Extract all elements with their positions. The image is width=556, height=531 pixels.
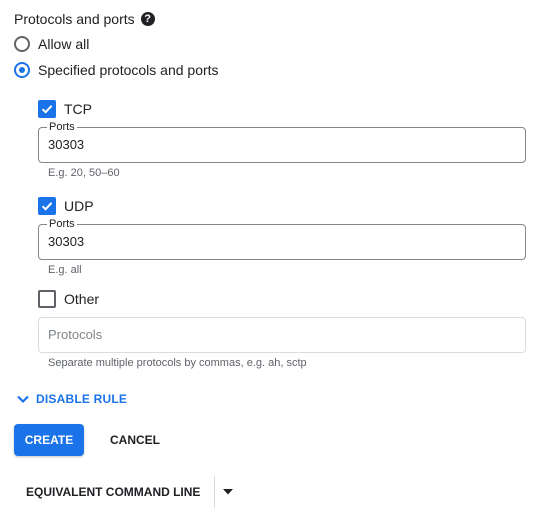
checkbox-tcp[interactable]: TCP [38, 100, 92, 118]
udp-label: UDP [64, 198, 94, 214]
chevron-down-icon [17, 395, 29, 404]
other-label: Other [64, 291, 100, 307]
other-protocols-hint: Separate multiple protocols by commas, e… [48, 357, 307, 369]
tcp-ports-hint: E.g. 20, 50–60 [48, 167, 120, 179]
other-protocols-field[interactable]: Protocols [38, 317, 526, 353]
disable-rule-label: DISABLE RULE [36, 392, 128, 406]
check-icon [41, 105, 53, 114]
disable-rule-toggle[interactable]: DISABLE RULE [16, 392, 127, 406]
udp-ports-input[interactable]: 30303 [48, 234, 84, 249]
check-icon [41, 202, 53, 211]
radio-specified-label: Specified protocols and ports [38, 62, 219, 78]
tcp-ports-label: Ports [47, 120, 77, 134]
radio-specified[interactable]: Specified protocols and ports [14, 62, 219, 78]
udp-ports-label: Ports [47, 217, 77, 231]
radio-circle-allow-all[interactable] [14, 36, 30, 52]
arrow-drop-down-icon [223, 489, 233, 495]
section-title-text: Protocols and ports [14, 11, 135, 27]
tcp-ports-input[interactable]: 30303 [48, 137, 84, 152]
cancel-button[interactable]: CANCEL [100, 424, 170, 456]
tcp-label: TCP [64, 101, 92, 117]
equivalent-command-line-button[interactable]: EQUIVALENT COMMAND LINE [18, 476, 208, 508]
udp-ports-field[interactable]: Ports 30303 [38, 217, 526, 260]
udp-checkbox-box[interactable] [38, 197, 56, 215]
other-checkbox-box[interactable] [38, 290, 56, 308]
firewall-protocols-panel: Protocols and ports ? Allow all Specifie… [0, 0, 556, 531]
equivalent-command-dropdown[interactable] [216, 476, 240, 508]
udp-ports-hint: E.g. all [48, 264, 82, 276]
section-title: Protocols and ports ? [14, 10, 155, 28]
create-button[interactable]: CREATE [14, 424, 84, 456]
tcp-ports-field[interactable]: Ports 30303 [38, 120, 526, 163]
tcp-checkbox-box[interactable] [38, 100, 56, 118]
radio-allow-all[interactable]: Allow all [14, 36, 89, 52]
help-icon[interactable]: ? [140, 12, 155, 26]
button-divider [214, 476, 215, 508]
other-protocols-input[interactable]: Protocols [48, 327, 102, 342]
radio-circle-specified[interactable] [14, 62, 30, 78]
checkbox-other[interactable]: Other [38, 290, 99, 308]
radio-allow-all-label: Allow all [38, 36, 90, 52]
checkbox-udp[interactable]: UDP [38, 197, 94, 215]
